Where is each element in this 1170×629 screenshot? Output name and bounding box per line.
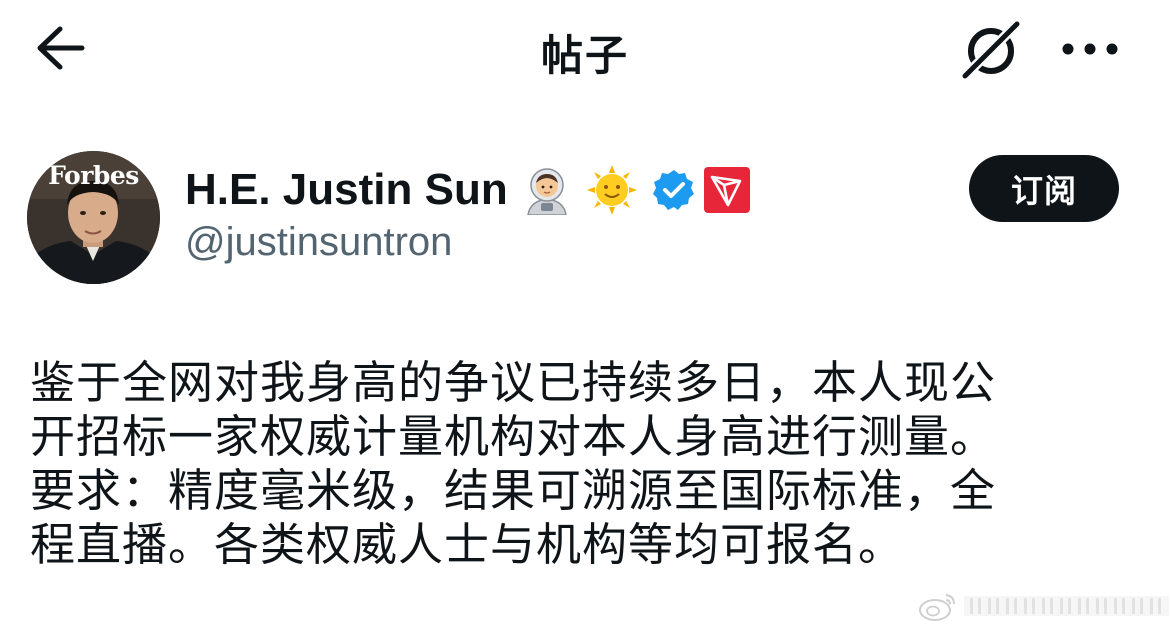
subscribe-button[interactable]: 订阅 (969, 155, 1119, 222)
verified-badge-icon (652, 168, 696, 212)
astronaut-emoji (522, 165, 572, 215)
post-body: 鉴于全网对我身高的争议已持续多日，本人现公 开招标一家权威计量机构对本人身高进行… (30, 356, 1140, 572)
more-horizontal-icon (1062, 43, 1118, 55)
watermark-label-bars (964, 596, 1169, 616)
tron-logo-icon (703, 167, 750, 213)
grok-button[interactable] (955, 14, 1027, 86)
avatar-magazine-logo: Forbes (48, 161, 139, 190)
user-name-row: H.E. Justin Sun (185, 160, 750, 220)
user-handle[interactable]: @justinsuntron (185, 220, 452, 265)
display-name[interactable]: H.E. Justin Sun (185, 165, 508, 215)
more-options-button[interactable] (1055, 24, 1125, 74)
sun-with-face-emoji (586, 164, 638, 216)
post-text-line: 程直播。各类权威人士与机构等均可报名。 (30, 518, 905, 571)
post-text-line: 鉴于全网对我身高的争议已持续多日，本人现公 (30, 356, 997, 409)
avatar[interactable]: Forbes (27, 151, 160, 284)
post-text-line: 开招标一家权威计量机构对本人身高进行测量。 (30, 410, 997, 463)
weibo-watermark (918, 586, 1169, 626)
weibo-logo-icon (919, 594, 955, 621)
top-bar: 帖子 (0, 0, 1170, 100)
post-text-line: 要求：精度毫米级，结果可溯源至国际标准，全 (30, 464, 997, 517)
grok-icon (958, 17, 1024, 83)
